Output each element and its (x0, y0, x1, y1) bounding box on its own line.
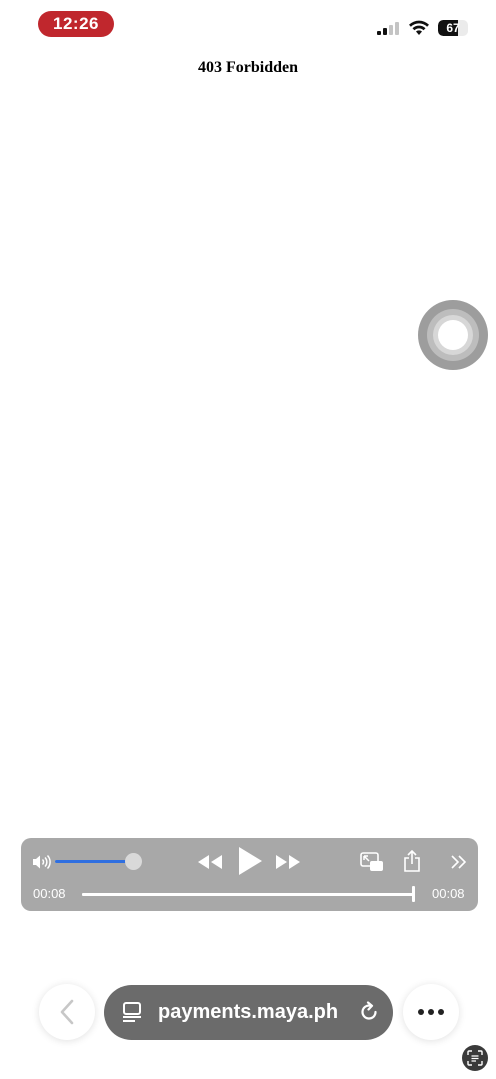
more-button[interactable] (403, 984, 459, 1040)
page-icon (123, 1002, 141, 1022)
volume-icon (33, 854, 51, 870)
volume-button[interactable] (31, 853, 53, 871)
scan-text-button[interactable] (462, 1045, 488, 1071)
more-icon (418, 1009, 444, 1015)
playback-scrubber[interactable] (412, 886, 415, 902)
assistive-touch-core (438, 320, 468, 350)
url-text: payments.maya.ph (158, 1001, 339, 1023)
picture-in-picture-icon (360, 852, 383, 871)
phone-screen: 12:26 67 403 Forbidden 00:08 00:08 payme… (0, 0, 496, 1079)
play-icon (239, 847, 262, 875)
volume-slider[interactable] (55, 860, 133, 863)
battery-level-text: 67 (446, 21, 460, 35)
chevrons-right-icon (451, 855, 467, 869)
volume-slider-fill (55, 860, 127, 863)
rewind-icon (198, 855, 222, 869)
rewind-button[interactable] (197, 850, 223, 874)
back-chevron-icon (60, 999, 74, 1025)
assistive-touch-button[interactable] (418, 300, 488, 370)
status-time-text: 12:26 (53, 14, 99, 33)
battery-indicator: 67 (438, 20, 468, 36)
status-indicators: 67 (376, 16, 468, 40)
expand-button[interactable] (449, 851, 469, 873)
address-bar[interactable]: payments.maya.ph (104, 985, 393, 1040)
fast-forward-icon (276, 855, 300, 869)
playback-progress-bar[interactable] (82, 893, 415, 896)
fast-forward-button[interactable] (275, 850, 301, 874)
wifi-icon (409, 20, 429, 35)
status-time[interactable]: 12:26 (38, 11, 114, 37)
reload-icon[interactable] (358, 1001, 380, 1023)
picture-in-picture-button[interactable] (359, 850, 385, 874)
cellular-signal-icon (377, 22, 399, 35)
back-button[interactable] (39, 984, 95, 1040)
play-button[interactable] (235, 845, 265, 877)
elapsed-time: 00:08 (33, 886, 66, 901)
share-button[interactable] (401, 849, 423, 873)
assistive-touch-inner-ring (433, 315, 473, 355)
remaining-time: 00:08 (432, 886, 465, 901)
media-player: 00:08 00:08 (21, 838, 478, 911)
page-title: 403 Forbidden (197, 59, 298, 76)
volume-slider-knob[interactable] (125, 853, 142, 870)
scan-text-icon (467, 1050, 483, 1066)
assistive-touch-ring (427, 309, 479, 361)
share-icon (404, 850, 420, 872)
